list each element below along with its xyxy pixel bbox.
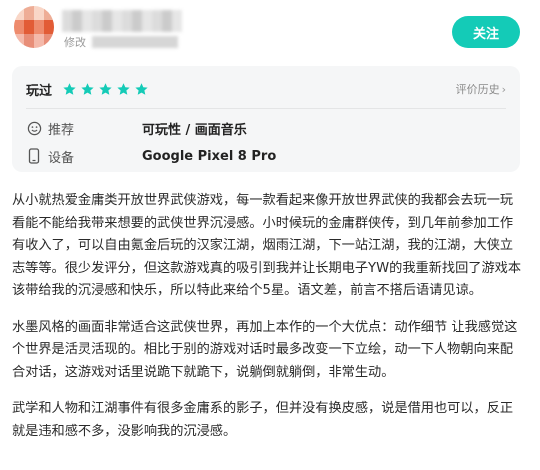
device-value: Google Pixel 8 Pro <box>142 148 277 164</box>
recommend-label: 推荐 <box>48 122 75 138</box>
device-row: 设备 Google Pixel 8 Pro <box>26 146 276 166</box>
device-label: 设备 <box>48 150 75 166</box>
follow-button[interactable]: 关注 <box>452 16 520 48</box>
rating-history-label: 评价历史 <box>455 83 500 96</box>
review-paragraph: 水墨风格的画面非常适合这武侠世界，再加上本作的一个大优点：动作细节 让我感觉这个… <box>12 319 518 380</box>
smile-icon <box>26 120 42 136</box>
recommend-value: 可玩性 / 画面音乐 <box>142 122 247 138</box>
star-rating <box>62 82 149 97</box>
rating-history-link[interactable]: 评价历史 › <box>456 81 506 97</box>
rating-card: 玩过 评价历史 › 推荐 可玩性 / 画面音乐 设备 Google Pixel … <box>12 66 520 172</box>
review-meta: 修改 <box>64 34 178 50</box>
star-icon <box>63 82 76 95</box>
meta-date-blurred <box>92 36 178 48</box>
phone-icon <box>26 148 42 164</box>
chevron-right-icon: › <box>501 82 506 96</box>
meta-prefix: 修改 <box>64 36 86 49</box>
avatar[interactable] <box>14 6 54 48</box>
rating-row: 玩过 评价历史 › <box>26 78 506 100</box>
played-label: 玩过 <box>26 83 53 99</box>
star-icon <box>99 82 112 95</box>
review-body: 从小就热爱金庸类开放世界武侠游戏，每一款看起来像开放世界武侠的我都会去玩一玩看能… <box>12 190 526 457</box>
star-icon <box>117 82 130 95</box>
star-icon <box>135 82 148 95</box>
star-icon <box>81 82 94 95</box>
review-paragraph: 从小就热爱金庸类开放世界武侠游戏，每一款看起来像开放世界武侠的我都会去玩一玩看能… <box>12 193 522 298</box>
recommend-row: 推荐 可玩性 / 画面音乐 <box>26 118 247 138</box>
username-blurred <box>62 10 182 32</box>
card-divider <box>26 108 506 109</box>
review-paragraph: 武学和人物和江湖事件有很多金庸系的影子，但并没有换皮感，说是借用也可以，反正就是… <box>12 401 514 439</box>
